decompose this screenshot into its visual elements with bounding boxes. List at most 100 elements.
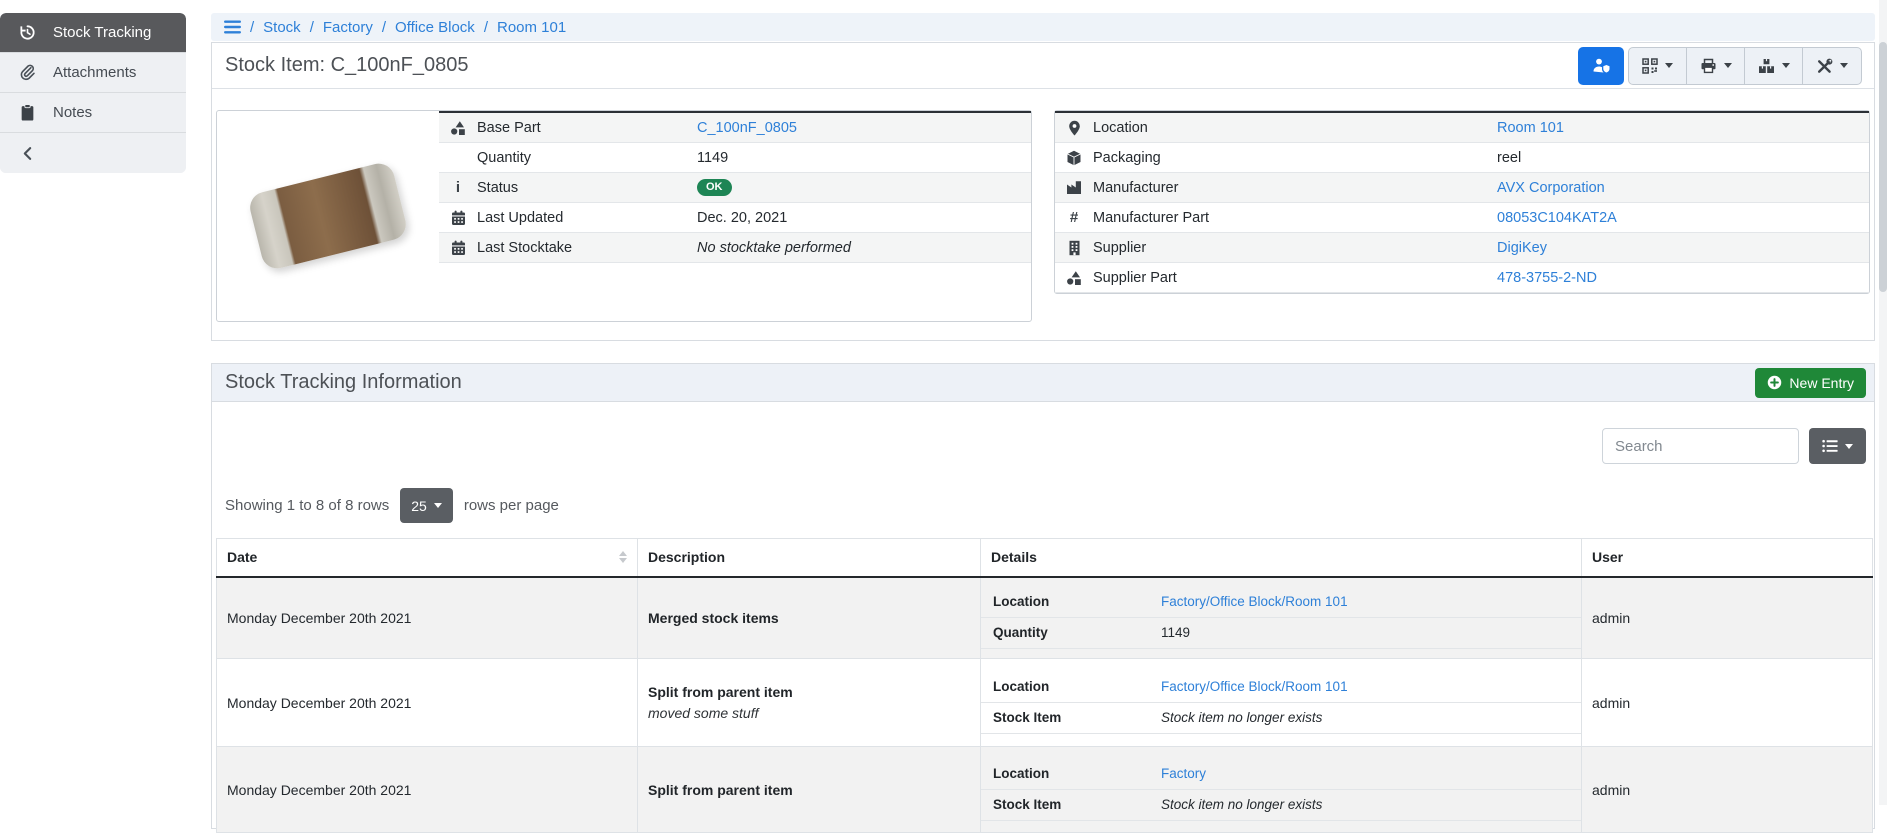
table-row: Monday December 20th 2021 Split from par… (217, 659, 1873, 747)
stock-item-title-bar: Stock Item: C_100nF_0805 (212, 43, 1874, 89)
industry-icon (1055, 180, 1093, 195)
page-title: Stock Item: C_100nF_0805 (225, 54, 468, 77)
detail-row-manufacturer: Manufacturer AVX Corporation (1055, 173, 1869, 203)
vertical-scrollbar[interactable] (1879, 0, 1887, 805)
scrollbar-thumb[interactable] (1879, 42, 1887, 292)
location-link[interactable]: Room 101 (1497, 120, 1564, 136)
details-cell: Location Factory/Office Block/Room 101 Q… (981, 577, 1582, 659)
breadcrumb-link-office-block[interactable]: Office Block (395, 19, 475, 36)
stock-item-card: Stock Item: C_100nF_0805 (211, 42, 1875, 341)
building-icon (1055, 240, 1093, 256)
detail-sub-row: Quantity 1149 (981, 618, 1581, 649)
breadcrumb-separator: / (484, 19, 488, 36)
date-cell: Monday December 20th 2021 (217, 747, 638, 833)
detail-label: Supplier (1093, 240, 1497, 256)
detail-sub-row: Location Factory/Office Block/Room 101 (981, 672, 1581, 703)
paperclip-icon (18, 64, 36, 82)
print-actions-button[interactable] (1687, 48, 1745, 84)
search-input[interactable] (1602, 428, 1799, 464)
column-header-details: Details (981, 539, 1582, 577)
chevron-down-icon (434, 503, 442, 508)
detail-label: Status (477, 180, 697, 196)
supplier-link[interactable]: DigiKey (1497, 240, 1547, 256)
last-stocktake-value: No stocktake performed (697, 240, 851, 256)
detail-label: Supplier Part (1093, 270, 1497, 286)
chevron-down-icon (1665, 63, 1673, 68)
user-shield-button[interactable] (1578, 47, 1624, 85)
column-header-date[interactable]: Date (217, 539, 638, 577)
chevron-left-icon (18, 144, 36, 162)
stock-item-actions-button[interactable] (1803, 48, 1861, 84)
sort-icon (619, 551, 627, 563)
breadcrumb-link-stock[interactable]: Stock (263, 19, 301, 36)
detail-sub-row: Location Factory/Office Block/Room 101 (981, 587, 1581, 618)
map-marker-icon (1055, 120, 1093, 136)
detail-row-quantity: Quantity 1149 (439, 143, 1031, 173)
breadcrumb-link-room-101[interactable]: Room 101 (497, 19, 566, 36)
detail-row-packaging: Packaging reel (1055, 143, 1869, 173)
table-row: Monday December 20th 2021 Merged stock i… (217, 577, 1873, 659)
stock-detail-table: Base Part C_100nF_0805 Quantity 1149 i S… (439, 111, 1031, 263)
description-cell: Split from parent item moved some stuff (638, 659, 981, 747)
info-icon: i (439, 179, 477, 196)
detail-row-status: i Status OK (439, 173, 1031, 203)
hamburger-icon[interactable] (224, 20, 241, 34)
detail-row-last-updated: Last Updated Dec. 20, 2021 (439, 203, 1031, 233)
status-badge: OK (697, 179, 732, 196)
manufacturer-part-link[interactable]: 08053C104KAT2A (1497, 210, 1617, 226)
supplier-detail-panel: Location Room 101 Packaging reel (1054, 110, 1870, 294)
sidebar-item-attachments[interactable]: Attachments (0, 53, 186, 93)
stock-actions-icon (1758, 58, 1775, 74)
description-cell: Merged stock items (638, 577, 981, 659)
breadcrumb: / Stock / Factory / Office Block / Room … (211, 13, 1875, 41)
detail-label: Manufacturer Part (1093, 210, 1497, 226)
last-updated-value: Dec. 20, 2021 (697, 210, 787, 226)
page-size-dropdown[interactable]: 25 (400, 488, 453, 523)
part-image[interactable] (217, 111, 439, 321)
base-part-link[interactable]: C_100nF_0805 (697, 120, 797, 136)
list-icon (1822, 439, 1838, 453)
user-cell: admin (1582, 577, 1873, 659)
stock-item-details: Base Part C_100nF_0805 Quantity 1149 i S… (212, 89, 1874, 340)
breadcrumb-link-factory[interactable]: Factory (323, 19, 373, 36)
description-cell: Split from parent item (638, 747, 981, 833)
location-link[interactable]: Factory/Office Block/Room 101 (1161, 594, 1348, 609)
breadcrumb-separator: / (250, 19, 254, 36)
sidebar-item-stock-tracking[interactable]: Stock Tracking (0, 13, 186, 53)
detail-row-supplier: Supplier DigiKey (1055, 233, 1869, 263)
hashtag-icon: # (1055, 209, 1093, 226)
box-icon (1055, 150, 1093, 166)
stock-tracking-card: Stock Tracking Information New Entry Sho… (211, 363, 1875, 829)
tracking-table: Date Description Details User Monday Dec… (216, 538, 1873, 833)
details-cell: Location Factory Stock Item Stock item n… (981, 747, 1582, 833)
stock-actions-button[interactable] (1745, 48, 1803, 84)
manufacturer-link[interactable]: AVX Corporation (1497, 180, 1605, 196)
calendar-icon (439, 210, 477, 226)
toolbar-button-group (1628, 47, 1862, 85)
sidebar-collapse-button[interactable] (0, 133, 186, 173)
pagination-info: Showing 1 to 8 of 8 rows 25 rows per pag… (212, 464, 1874, 538)
plus-circle-icon (1767, 375, 1782, 390)
detail-label: Last Stocktake (477, 240, 697, 256)
table-row: Monday December 20th 2021 Split from par… (217, 747, 1873, 833)
location-link[interactable]: Factory (1161, 766, 1206, 781)
sidebar-item-notes[interactable]: Notes (0, 93, 186, 133)
columns-dropdown-button[interactable] (1809, 428, 1866, 464)
main-content: / Stock / Factory / Office Block / Room … (211, 13, 1875, 829)
supplier-part-link[interactable]: 478-3755-2-ND (1497, 270, 1597, 286)
column-header-user: User (1582, 539, 1873, 577)
location-link[interactable]: Factory/Office Block/Room 101 (1161, 679, 1348, 694)
detail-label: Packaging (1093, 150, 1497, 166)
detail-row-last-stocktake: Last Stocktake No stocktake performed (439, 233, 1031, 263)
shapes-icon (439, 120, 477, 136)
sidebar: Stock Tracking Attachments Notes (0, 13, 186, 173)
detail-label: Quantity (477, 150, 697, 166)
sidebar-item-label: Stock Tracking (53, 24, 151, 41)
barcode-actions-button[interactable] (1629, 48, 1687, 84)
tools-icon (1816, 58, 1833, 74)
date-cell: Monday December 20th 2021 (217, 659, 638, 747)
new-entry-button[interactable]: New Entry (1755, 368, 1866, 398)
chevron-down-icon (1840, 63, 1848, 68)
detail-label: Manufacturer (1093, 180, 1497, 196)
showing-text: Showing 1 to 8 of 8 rows (225, 497, 389, 514)
